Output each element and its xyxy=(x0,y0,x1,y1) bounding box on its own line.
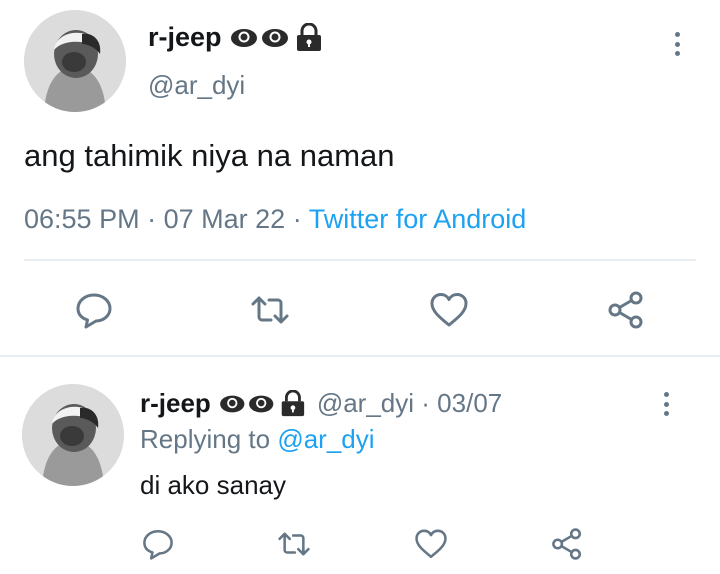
display-name[interactable]: r-jeep xyxy=(148,22,222,53)
tweet-meta: 06:55 PM · 07 Mar 22 · Twitter for Andro… xyxy=(24,204,526,235)
reply-text: di ako sanay xyxy=(140,470,286,500)
avatar-photo xyxy=(22,384,124,486)
eye-icon xyxy=(219,395,245,412)
eye-icon xyxy=(261,28,288,47)
replying-to-label: Replying to xyxy=(140,424,271,454)
meta-separator: · xyxy=(292,204,302,234)
like-button[interactable] xyxy=(427,288,471,332)
badge-icons xyxy=(218,389,310,418)
meta-separator: · xyxy=(147,204,157,234)
reply-date: 03/07 xyxy=(437,388,503,418)
reply-button[interactable] xyxy=(138,524,178,564)
lock-icon xyxy=(296,22,321,51)
avatar-photo xyxy=(24,10,126,112)
replying-to: Replying to @ar_dyi xyxy=(140,424,375,455)
like-icon xyxy=(415,529,447,559)
reply-icon xyxy=(143,529,173,560)
user-handle[interactable]: @ar_dyi xyxy=(317,388,414,418)
badge-icons xyxy=(230,22,326,53)
eye-icon xyxy=(230,28,257,47)
author-line: r-jeep xyxy=(148,22,326,53)
avatar[interactable] xyxy=(24,10,126,112)
tweet-date: 07 Mar 22 xyxy=(163,204,286,234)
retweet-button[interactable] xyxy=(274,524,314,564)
eye-icon xyxy=(248,395,274,412)
more-options-icon[interactable] xyxy=(661,392,671,416)
divider xyxy=(0,355,720,357)
meta-separator: · xyxy=(421,388,430,418)
share-icon xyxy=(552,528,582,560)
like-button[interactable] xyxy=(411,524,451,564)
retweet-icon xyxy=(251,296,289,324)
reply-icon xyxy=(76,293,112,329)
retweet-button[interactable] xyxy=(248,288,292,332)
reply-button[interactable] xyxy=(72,288,116,332)
replying-to-handle[interactable]: @ar_dyi xyxy=(277,424,374,454)
tweet-source-link[interactable]: Twitter for Android xyxy=(309,204,527,234)
reply-author-line: r-jeep @ar_dyi · 03/07 xyxy=(140,388,502,419)
tweet-time: 06:55 PM xyxy=(24,204,140,234)
reply-meta: @ar_dyi · 03/07 xyxy=(317,388,502,419)
display-name[interactable]: r-jeep xyxy=(140,388,211,419)
avatar[interactable] xyxy=(22,384,124,486)
more-options-icon[interactable] xyxy=(672,32,682,56)
user-handle[interactable]: @ar_dyi xyxy=(148,70,245,101)
share-icon xyxy=(608,291,643,329)
lock-icon xyxy=(281,389,304,416)
retweet-icon xyxy=(278,532,310,556)
share-button[interactable] xyxy=(604,288,648,332)
share-button[interactable] xyxy=(547,524,587,564)
tweet-text: ang tahimik niya na naman xyxy=(24,138,395,173)
divider xyxy=(24,259,696,261)
like-icon xyxy=(430,293,468,327)
